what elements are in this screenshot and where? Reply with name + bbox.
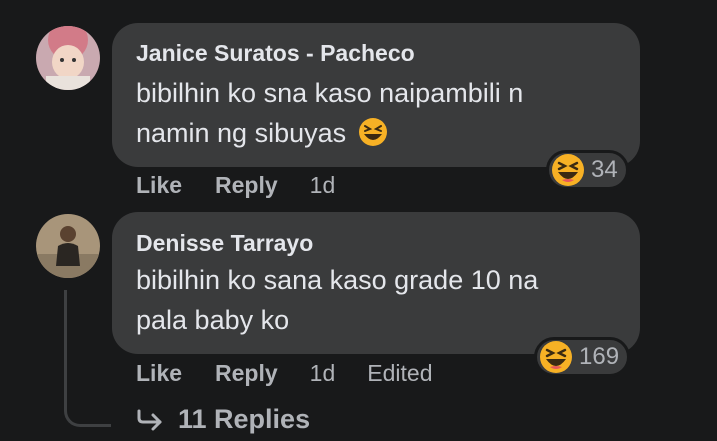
- comment-text-1-line-2-text: namin ng sibuyas: [136, 118, 347, 148]
- comment-text-1-line-2: namin ng sibuyas: [136, 113, 388, 153]
- view-replies-link[interactable]: 11 Replies: [136, 404, 310, 435]
- like-button-2[interactable]: Like: [136, 360, 182, 387]
- comment-time-2[interactable]: 1d: [310, 360, 336, 387]
- laughing-emoji-icon: [540, 341, 572, 373]
- reaction-summary-2[interactable]: 169: [534, 337, 631, 377]
- reply-button-1[interactable]: Reply: [215, 172, 278, 199]
- comment-text-2-line-1: bibilhin ko sana kaso grade 10 na: [136, 265, 539, 295]
- edited-label: Edited: [367, 360, 433, 386]
- avatar-janice[interactable]: [36, 26, 100, 90]
- avatar-denisse[interactable]: [36, 214, 100, 278]
- thread-connector-line: [64, 290, 111, 427]
- view-replies-label: 11 Replies: [178, 404, 311, 434]
- comment-text-2-line-2: pala baby ko: [136, 305, 290, 335]
- comment-text-1-line-1: bibilhin ko sna kaso naipambili n: [136, 78, 524, 108]
- like-button-1[interactable]: Like: [136, 172, 182, 199]
- reaction-summary-1[interactable]: 34: [546, 150, 629, 190]
- comment-actions-2: Like Reply 1d Edited: [136, 360, 432, 387]
- laughing-emoji-icon: [552, 154, 584, 186]
- comment-time-1[interactable]: 1d: [310, 172, 336, 199]
- reply-button-2[interactable]: Reply: [215, 360, 278, 387]
- comment-author-1[interactable]: Janice Suratos - Pacheco: [136, 40, 415, 67]
- comment-author-2[interactable]: Denisse Tarrayo: [136, 230, 313, 257]
- reaction-count-2: 169: [579, 343, 620, 370]
- grinning-squinting-emoji-icon: [358, 118, 387, 146]
- comment-actions-1: Like Reply 1d: [136, 172, 335, 199]
- reaction-count-1: 34: [591, 156, 618, 183]
- reply-arrow-icon: [137, 409, 162, 430]
